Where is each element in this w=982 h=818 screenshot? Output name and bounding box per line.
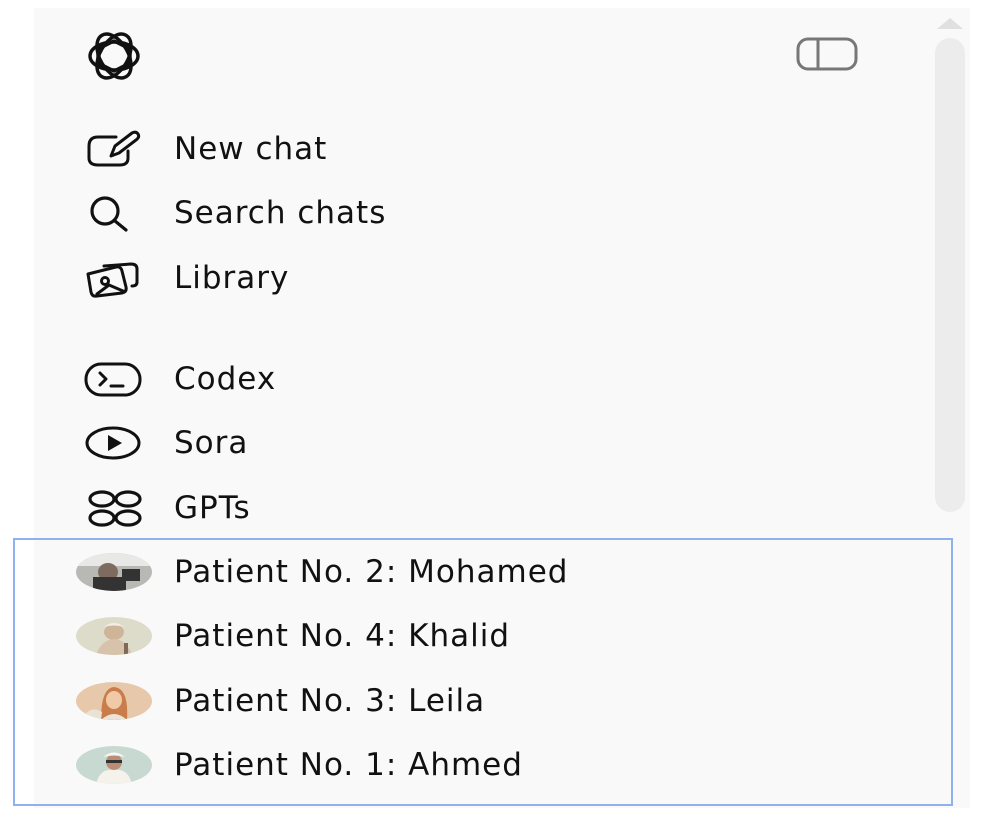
openai-logo-icon[interactable] xyxy=(76,31,152,81)
search-chats-button[interactable]: Search chats xyxy=(76,186,796,240)
gpts-label: GPTs xyxy=(174,490,251,526)
library-icon xyxy=(76,251,148,305)
sora-label: Sora xyxy=(174,425,249,461)
gpt-item-ahmed[interactable]: Patient No. 1: Ahmed xyxy=(76,738,796,792)
sora-button[interactable]: Sora xyxy=(76,416,796,470)
codex-button[interactable]: Codex xyxy=(76,352,796,406)
search-chats-label: Search chats xyxy=(174,195,387,231)
gpt-item-leila[interactable]: Patient No. 3: Leila xyxy=(76,674,796,728)
scrollbar-thumb[interactable] xyxy=(935,38,965,512)
gpt-item-khalid[interactable]: Patient No. 4: Khalid xyxy=(76,609,796,663)
gpts-grid-icon xyxy=(76,481,148,535)
avatar-ahmed xyxy=(76,746,152,784)
gpt-item-mohamed[interactable]: Patient No. 2: Mohamed xyxy=(76,545,796,599)
sidebar-toggle-icon[interactable] xyxy=(796,37,860,73)
scroll-up-arrow-icon[interactable] xyxy=(930,14,970,30)
avatar-khalid xyxy=(76,617,152,655)
gpts-button[interactable]: GPTs xyxy=(76,481,796,535)
gpt-item-label: Patient No. 2: Mohamed xyxy=(174,554,569,590)
edit-icon xyxy=(76,122,148,176)
gpt-item-label: Patient No. 4: Khalid xyxy=(174,618,511,654)
search-icon xyxy=(76,186,148,240)
gpt-item-label: Patient No. 1: Ahmed xyxy=(174,747,523,783)
avatar-leila xyxy=(76,682,152,720)
play-icon xyxy=(76,416,148,470)
avatar-mohamed xyxy=(76,553,152,591)
codex-icon xyxy=(76,352,148,406)
new-chat-label: New chat xyxy=(174,131,328,167)
library-button[interactable]: Library xyxy=(76,251,796,305)
new-chat-button[interactable]: New chat xyxy=(76,122,796,176)
library-label: Library xyxy=(174,260,290,296)
gpt-item-label: Patient No. 3: Leila xyxy=(174,683,486,719)
codex-label: Codex xyxy=(174,361,277,397)
